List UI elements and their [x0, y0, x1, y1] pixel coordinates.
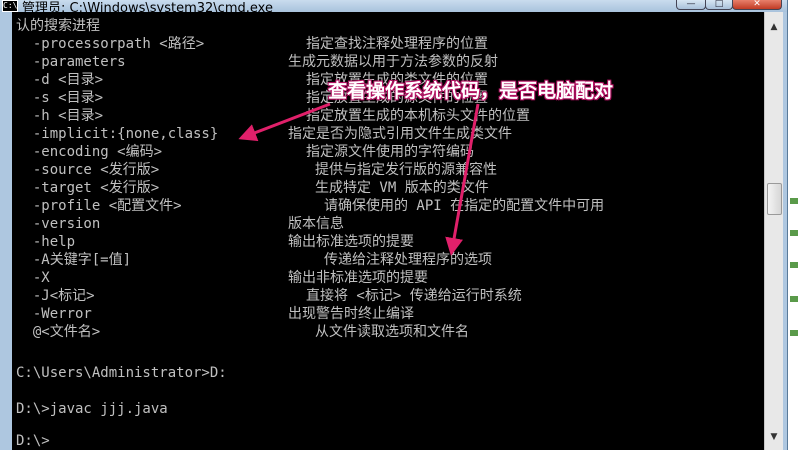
option-desc: 请确保使用的 API 在指定的配置文件中可用: [324, 198, 605, 214]
background-window-edge: [790, 230, 798, 236]
option-A: -A关键字[=值]: [16, 252, 132, 268]
option-J: -J<标记>: [16, 288, 95, 304]
option-desc: 提供与指定发行版的源兼容性: [315, 162, 497, 178]
cmd-icon[interactable]: C:\: [2, 0, 18, 12]
option-desc: 版本信息: [288, 216, 344, 232]
option-desc: 出现警告时终止编译: [288, 306, 414, 322]
background-window-edge: [790, 198, 798, 204]
option-desc: 直接将 <标记> 传递给运行时系统: [306, 288, 522, 304]
option-desc: 指定源文件使用的字符编码: [306, 144, 474, 160]
prompt-line: C:\Users\Administrator>D:: [16, 365, 227, 381]
background-window-edge: [790, 262, 798, 268]
option-parameters: -parameters: [16, 54, 126, 70]
scroll-up-icon[interactable]: ▲: [767, 20, 781, 34]
option-desc: 输出标准选项的提要: [288, 234, 414, 250]
option-target: -target <发行版>: [16, 180, 160, 196]
option-processorpath: -processorpath <路径>: [16, 36, 205, 52]
option-help: -help: [16, 234, 76, 250]
option-desc: 生成特定 VM 版本的类文件: [315, 180, 489, 196]
prompt-line: D:\>javac jjj.java: [16, 401, 168, 417]
option-s: -s <目录>: [16, 90, 104, 106]
scroll-thumb[interactable]: [767, 183, 782, 215]
option-desc: 输出非标准选项的提要: [288, 270, 428, 286]
title-bar[interactable]: C:\ 管理员: C:\Windows\system32\cmd.exe — □…: [0, 0, 787, 16]
background-window-edge: [790, 330, 798, 336]
background-window-edge: [788, 0, 800, 450]
scroll-down-icon[interactable]: ▼: [767, 430, 781, 444]
option-atfile: @<文件名>: [16, 324, 101, 340]
option-encoding: -encoding <编码>: [16, 144, 163, 160]
option-source: -source <发行版>: [16, 162, 160, 178]
option-desc: 从文件读取选项和文件名: [315, 324, 469, 340]
option-desc: 生成元数据以用于方法参数的反射: [288, 54, 498, 70]
option-desc: 指定放置生成的本机标头文件的位置: [306, 108, 530, 124]
option-h: -h <目录>: [16, 108, 104, 124]
prompt-line: D:\>: [16, 433, 50, 449]
option-Werror: -Werror: [16, 306, 92, 322]
vertical-scrollbar[interactable]: ▲ ▼: [764, 12, 783, 450]
console-line: 认的搜索进程: [16, 18, 100, 34]
option-version: -version: [16, 216, 101, 232]
option-X: -X: [16, 270, 50, 286]
option-desc: 指定是否为隐式引用文件生成类文件: [288, 126, 512, 142]
option-desc: 指定查找注释处理程序的位置: [306, 36, 488, 52]
option-d: -d <目录>: [16, 72, 104, 88]
annotation-label: 查看操作系统代码，是否电脑配对: [328, 80, 614, 102]
maximize-button[interactable]: □: [705, 0, 733, 10]
background-window-edge: [790, 296, 798, 302]
close-button[interactable]: ✕: [732, 0, 782, 10]
minimize-button[interactable]: —: [676, 0, 706, 10]
option-desc: 传递给注释处理程序的选项: [324, 252, 492, 268]
option-implicit: -implicit:{none,class}: [16, 126, 219, 142]
option-profile: -profile <配置文件>: [16, 198, 182, 214]
